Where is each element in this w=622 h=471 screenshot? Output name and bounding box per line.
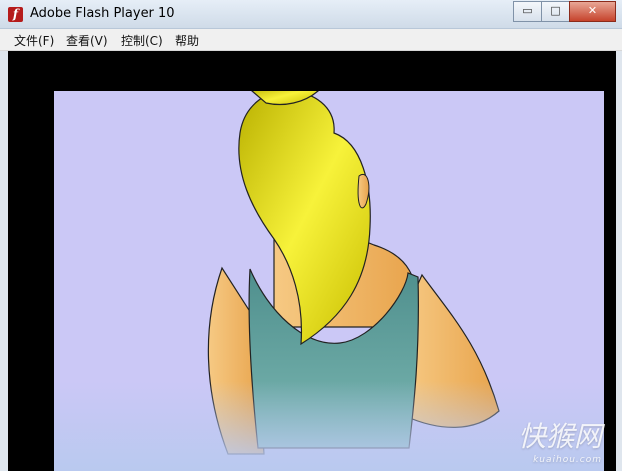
- animation-scene: [54, 91, 604, 471]
- flash-app-icon: f: [8, 7, 23, 22]
- window-controls: ▭ □ ✕: [513, 1, 616, 22]
- maximize-button[interactable]: □: [541, 1, 570, 22]
- menu-view[interactable]: 查看(V): [66, 32, 108, 49]
- watermark: 快猴网 kuaihou.com: [518, 415, 602, 465]
- flash-stage[interactable]: 快猴网 kuaihou.com: [8, 51, 616, 471]
- watermark-text: 快猴网: [517, 420, 602, 453]
- cartoon-girl-figure: [207, 91, 500, 455]
- right-arm: [404, 273, 500, 428]
- menu-control[interactable]: 控制(C): [121, 32, 163, 49]
- title-bar[interactable]: f Adobe Flash Player 10 ▭ □ ✕: [0, 0, 622, 29]
- window-title: Adobe Flash Player 10: [30, 6, 175, 21]
- menu-help[interactable]: 帮助: [175, 32, 199, 49]
- close-button[interactable]: ✕: [569, 1, 616, 22]
- menu-file[interactable]: 文件(F): [14, 32, 54, 49]
- flash-player-window: f Adobe Flash Player 10 ▭ □ ✕ 文件(F) 查看(V…: [0, 0, 622, 471]
- minimize-button[interactable]: ▭: [513, 1, 542, 22]
- menu-bar: 文件(F) 查看(V) 控制(C) 帮助: [0, 29, 622, 51]
- watermark-subtext: kuaihou.com: [533, 455, 602, 465]
